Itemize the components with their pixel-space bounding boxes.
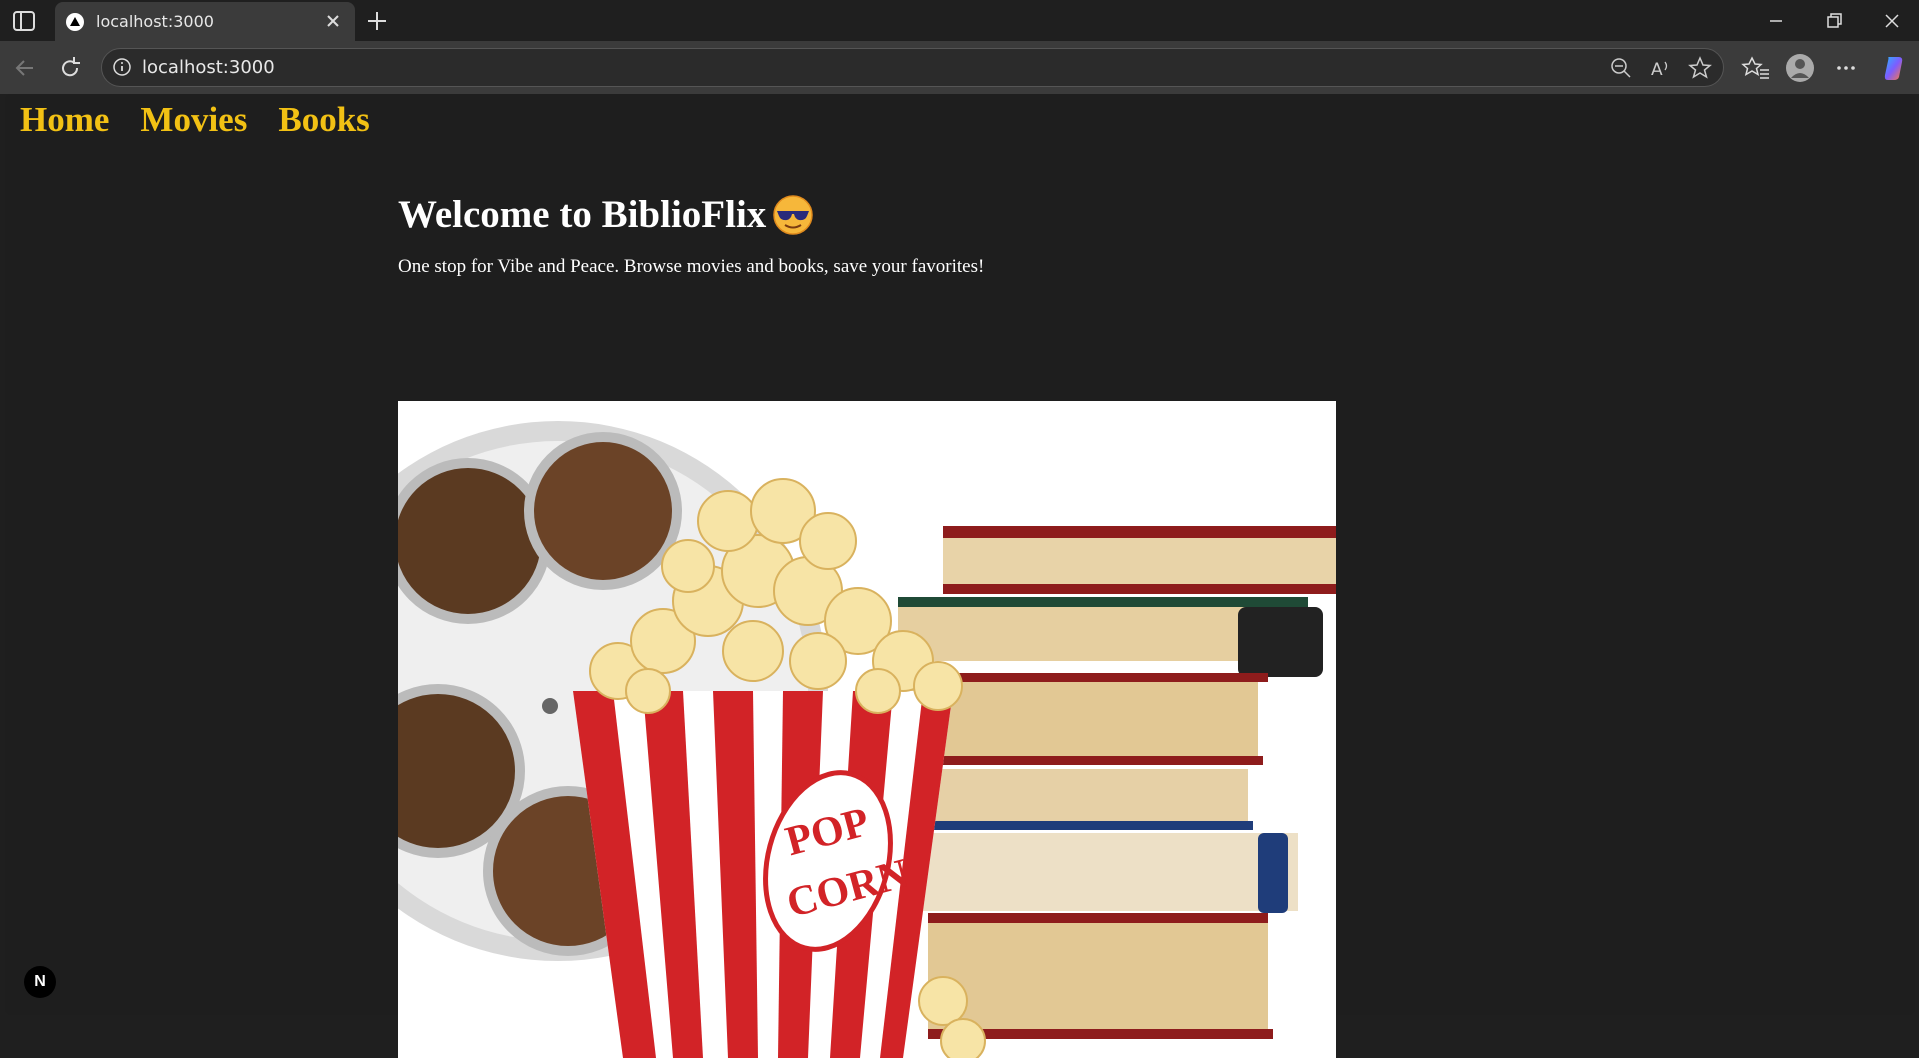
address-bar-row: localhost:3000 A xyxy=(0,41,1919,94)
page-title-text: Welcome to BiblioFlix xyxy=(398,193,767,236)
more-icon[interactable] xyxy=(1831,53,1861,83)
browser-tab[interactable]: localhost:3000 xyxy=(55,2,355,42)
plus-icon[interactable] xyxy=(364,8,390,34)
favorites-icon[interactable] xyxy=(1741,53,1771,83)
restore-icon[interactable] xyxy=(1820,8,1848,34)
read-aloud-icon[interactable]: A xyxy=(1649,56,1673,80)
sidebar-icon[interactable] xyxy=(12,10,36,32)
copilot-icon[interactable] xyxy=(1879,53,1909,83)
page-subtitle: One stop for Vibe and Peace. Browse movi… xyxy=(398,256,985,277)
site-nav: Home Movies Books xyxy=(20,100,397,140)
books-stack-icon xyxy=(898,526,1336,1039)
favicon xyxy=(66,13,84,31)
nav-link-books[interactable]: Books xyxy=(278,100,369,140)
page-title: Welcome to BiblioFlix xyxy=(398,192,1338,237)
svg-text:A: A xyxy=(1651,60,1663,80)
minimize-icon[interactable] xyxy=(1762,8,1790,34)
hero-section: Welcome to BiblioFlix One stop for Vibe … xyxy=(398,192,1338,1058)
popcorn-film-books-illustration: POP CORN xyxy=(398,421,1336,1058)
close-window-icon[interactable] xyxy=(1878,8,1906,34)
page-viewport: Home Movies Books Welcome to BiblioFlix … xyxy=(5,94,1915,1058)
info-icon[interactable] xyxy=(112,57,132,77)
zoom-out-icon[interactable] xyxy=(1609,56,1633,80)
star-icon[interactable] xyxy=(1688,56,1712,80)
nav-link-home[interactable]: Home xyxy=(20,100,109,140)
nextjs-dev-badge[interactable]: N xyxy=(24,966,56,998)
tab-title: localhost:3000 xyxy=(96,12,214,31)
sunglasses-emoji-icon xyxy=(773,194,814,235)
back-icon[interactable] xyxy=(11,54,39,82)
close-icon[interactable] xyxy=(323,11,343,31)
profile-icon[interactable] xyxy=(1785,53,1815,83)
hero-image: POP CORN xyxy=(398,401,1336,1058)
url-text: localhost:3000 xyxy=(142,57,275,78)
reload-icon[interactable] xyxy=(56,54,84,82)
url-input[interactable]: localhost:3000 A xyxy=(101,48,1724,87)
nav-link-movies[interactable]: Movies xyxy=(140,100,247,140)
tab-bar: localhost:3000 xyxy=(0,0,1919,42)
